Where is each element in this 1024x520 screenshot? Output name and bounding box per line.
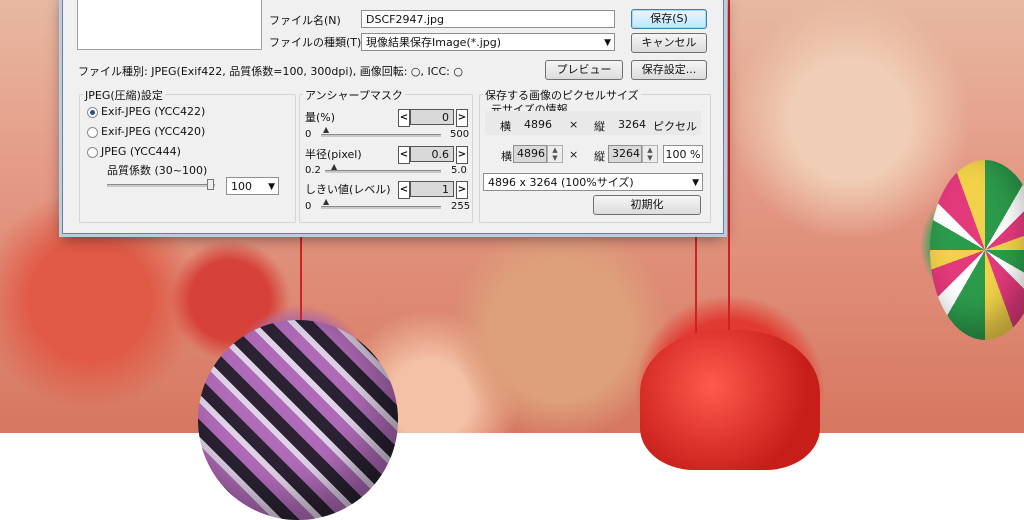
chevron-down-icon: ▼ (604, 38, 611, 48)
option-ycc444-label: JPEG (YCC444) (101, 145, 181, 158)
unsharp-mask-title: アンシャープマスク (303, 87, 405, 103)
orig-width-value: 4896 (524, 118, 552, 131)
slider-thumb-icon[interactable]: ▲ (323, 125, 329, 134)
amount-max: 500 (450, 129, 470, 140)
pixel-unit: ピクセル (653, 120, 697, 133)
quality-value: 100 (231, 180, 252, 193)
thread (728, 0, 730, 340)
radius-max: 5.0 (451, 165, 467, 176)
percent-field[interactable]: 100 % (663, 145, 703, 163)
increment-icon[interactable]: > (456, 181, 468, 199)
times-sign: × (569, 148, 579, 161)
file-info-text: ファイル種別: JPEG(Exif422, 品質係数=100, 300dpi),… (78, 65, 463, 78)
radius-value[interactable]: 0.6 (410, 146, 454, 162)
save-dialog: ファイル名(N) DSCF2947.jpg ファイルの種類(T) 現像結果保存I… (62, 0, 724, 234)
slider-thumb-icon[interactable]: ▲ (323, 197, 329, 206)
radius-min: 0.2 (305, 165, 321, 176)
width-input[interactable]: 4896 (513, 145, 547, 163)
times-sign: × (569, 118, 579, 131)
filetype-value: 現像結果保存Image(*.jpg) (366, 36, 502, 49)
filename-input[interactable]: DSCF2947.jpg (361, 10, 615, 28)
quality-label: 品質係数 (30~100) (107, 164, 208, 177)
height-input[interactable]: 3264 (608, 145, 642, 163)
radius-slider-track[interactable] (325, 170, 441, 173)
threshold-value[interactable]: 1 (410, 181, 454, 197)
filename-label: ファイル名(N) (269, 14, 341, 27)
chevron-down-icon: ▼ (692, 178, 699, 188)
radius-label: 半径(pixel) (305, 148, 362, 161)
size-preset-value: 4896 x 3264 (100%サイズ) (488, 176, 634, 189)
height-spin-icon[interactable]: ▲ ▼ (642, 145, 658, 163)
orig-height-value: 3264 (618, 118, 646, 131)
quality-slider-thumb[interactable] (207, 179, 214, 190)
decrement-icon[interactable]: < (398, 146, 410, 164)
save-settings-button[interactable]: 保存設定... (631, 60, 707, 80)
radio-ycc444[interactable] (87, 147, 98, 158)
radio-ycc422[interactable] (87, 107, 98, 118)
orig-height-label: 縦 (594, 120, 605, 133)
width-spin-icon[interactable]: ▲ ▼ (547, 145, 563, 163)
preview-button[interactable]: プレビュー (545, 60, 623, 80)
quality-select[interactable]: 100 ▼ (226, 177, 279, 195)
amount-min: 0 (305, 129, 312, 140)
amount-value[interactable]: 0 (410, 109, 454, 125)
option-ycc422-label: Exif-JPEG (YCC422) (101, 105, 206, 118)
threshold-min: 0 (305, 201, 312, 212)
thread (300, 230, 302, 325)
increment-icon[interactable]: > (456, 146, 468, 164)
quality-slider-track[interactable] (107, 184, 215, 187)
temari-ball-purple (198, 320, 398, 520)
size-preset-select[interactable]: 4896 x 3264 (100%サイズ) ▼ (483, 173, 703, 191)
thread (695, 235, 697, 335)
folder-tree-panel[interactable] (77, 0, 262, 50)
radius-spinner[interactable]: < 0.6 > (398, 146, 468, 164)
orig-width-label: 横 (500, 120, 511, 133)
reset-button[interactable]: 初期化 (593, 195, 701, 215)
threshold-slider-track[interactable] (321, 206, 441, 209)
increment-icon[interactable]: > (456, 109, 468, 127)
width-label: 横 (501, 150, 512, 163)
height-label: 縦 (594, 150, 605, 163)
decrement-icon[interactable]: < (398, 109, 410, 127)
filetype-select[interactable]: 現像結果保存Image(*.jpg) ▼ (361, 33, 615, 51)
threshold-label: しきい値(レベル) (305, 183, 391, 196)
red-ornament (640, 330, 820, 470)
filetype-label: ファイルの種類(T) (269, 36, 362, 49)
chevron-down-icon: ▼ (268, 182, 275, 192)
decrement-icon[interactable]: < (398, 181, 410, 199)
amount-label: 量(%) (305, 111, 336, 124)
threshold-spinner[interactable]: < 1 > (398, 181, 468, 199)
amount-spinner[interactable]: < 0 > (398, 109, 468, 127)
radio-ycc420[interactable] (87, 127, 98, 138)
cancel-button[interactable]: キャンセル (631, 33, 707, 53)
threshold-max: 255 (451, 201, 471, 212)
save-button[interactable]: 保存(S) (631, 9, 707, 29)
slider-thumb-icon[interactable]: ▲ (331, 162, 337, 171)
amount-slider-track[interactable] (321, 134, 441, 137)
option-ycc420-label: Exif-JPEG (YCC420) (101, 125, 206, 138)
jpeg-settings-title: JPEG(圧縮)設定 (83, 87, 165, 103)
